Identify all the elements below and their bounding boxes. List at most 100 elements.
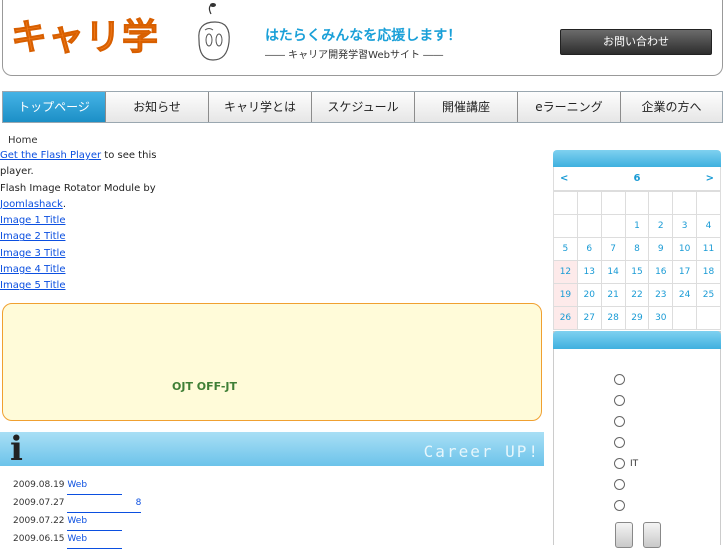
image-link-2[interactable]: Image 2 Title	[0, 231, 65, 242]
calendar-day	[672, 306, 698, 330]
news-link[interactable]: Web	[67, 530, 123, 549]
calendar-grid: 1234 5 6 7 8 9 10 11 12 13 14 15 16 17 18 19 20 21 22 23…	[553, 191, 721, 330]
contact-button[interactable]: お問い合わせ	[560, 29, 712, 55]
news-link[interactable]: 8	[67, 494, 142, 513]
calendar-day[interactable]: 5	[553, 237, 578, 261]
calendar-next-button[interactable]: >	[706, 173, 714, 184]
calendar-day[interactable]: 14	[600, 260, 626, 284]
feature-text: OJT OFF-JT	[172, 380, 237, 393]
calendar-day[interactable]: 7	[600, 237, 626, 261]
calendar-month: 6	[633, 173, 641, 184]
flash-credit: Flash Image Rotator Module by	[0, 182, 156, 194]
nav-item-courses[interactable]: 開催講座	[415, 92, 518, 122]
calendar-day[interactable]: 20	[576, 283, 602, 307]
calendar-day[interactable]: 6	[576, 237, 602, 261]
calendar-day	[600, 191, 626, 215]
calendar-week: 5 6 7 8 9 10 11	[553, 237, 721, 261]
calendar-day[interactable]: 28	[600, 306, 626, 330]
info-banner: i Career UP!	[0, 432, 544, 466]
news-list: 2009.08.19 Web 2009.07.27 8 2009.07.22 W…	[13, 476, 142, 549]
calendar-prev-button[interactable]: <	[560, 173, 568, 184]
calendar-day[interactable]: 2	[648, 214, 674, 238]
flash-text: to see this	[101, 150, 157, 161]
news-item: 2009.07.27 8	[13, 494, 142, 513]
joomlashack-link[interactable]: Joomlashack	[0, 199, 63, 210]
calendar-day[interactable]: 11	[696, 237, 721, 261]
image-link-5[interactable]: Image 5 Title	[0, 280, 65, 291]
poll-option[interactable]	[614, 437, 630, 448]
poll-option[interactable]	[614, 374, 630, 385]
site-subtagline: ―― キャリア開発学習Webサイト ――	[265, 50, 444, 61]
calendar-week: 19 20 21 22 23 24 25	[553, 283, 721, 307]
radio-button[interactable]	[614, 458, 625, 469]
news-item: 2009.07.22 Web	[13, 512, 141, 531]
calendar-day	[600, 214, 626, 238]
calendar-day	[553, 191, 578, 215]
calendar-day[interactable]: 3	[672, 214, 698, 238]
breadcrumb[interactable]: Home	[8, 135, 38, 146]
poll-vote-button[interactable]	[615, 522, 633, 548]
news-item: 2009.08.19 Web	[13, 476, 141, 495]
calendar-day[interactable]: 13	[576, 260, 602, 284]
calendar-day[interactable]: 16	[648, 260, 674, 284]
site-tagline: はたらくみんなを応援します！	[265, 28, 462, 44]
poll-option[interactable]: IT	[614, 458, 638, 469]
site-logo[interactable]: キャリ学	[10, 8, 159, 60]
calendar-day[interactable]: 8	[624, 237, 650, 261]
nav-item-about[interactable]: キャリ学とは	[209, 92, 312, 122]
radio-button[interactable]	[614, 500, 625, 511]
poll-option[interactable]	[614, 500, 630, 511]
calendar-day[interactable]: 29	[624, 306, 650, 330]
image-link-4[interactable]: Image 4 Title	[0, 264, 65, 275]
nav-item-top[interactable]: トップページ	[3, 92, 106, 122]
calendar-day[interactable]: 30	[648, 306, 674, 330]
calendar-day	[576, 214, 602, 238]
calendar-day[interactable]: 25	[696, 283, 721, 307]
calendar-day[interactable]: 21	[600, 283, 626, 307]
calendar-day[interactable]: 23	[648, 283, 674, 307]
nav-item-corporate[interactable]: 企業の方へ	[621, 92, 722, 122]
radio-button[interactable]	[614, 395, 625, 406]
calendar-day	[576, 191, 602, 215]
calendar-day[interactable]: 15	[624, 260, 650, 284]
poll-option[interactable]	[614, 416, 630, 427]
radio-button[interactable]	[614, 437, 625, 448]
calendar-day[interactable]: 9	[648, 237, 674, 261]
poll-results-button[interactable]	[643, 522, 661, 548]
radio-button[interactable]	[614, 416, 625, 427]
calendar-day	[672, 191, 698, 215]
nav-item-elearning[interactable]: eラーニング	[518, 92, 621, 122]
radio-button[interactable]	[614, 479, 625, 490]
calendar-day[interactable]: 26	[553, 306, 578, 330]
calendar-day[interactable]: 1	[624, 214, 650, 238]
image-link-1[interactable]: Image 1 Title	[0, 215, 65, 226]
nav-item-schedule[interactable]: スケジュール	[312, 92, 415, 122]
get-flash-link[interactable]: Get the Flash Player	[0, 150, 101, 161]
calendar-day[interactable]: 22	[624, 283, 650, 307]
calendar-day[interactable]: 18	[696, 260, 721, 284]
calendar-day[interactable]: 17	[672, 260, 698, 284]
flash-rotator: Get the Flash Player to see this player.…	[0, 148, 170, 296]
calendar-day[interactable]: 10	[672, 237, 698, 261]
news-item: 2009.06.15 Web	[13, 530, 141, 549]
calendar-week	[553, 191, 721, 215]
news-date: 2009.06.15	[13, 534, 65, 544]
news-link[interactable]: Web	[67, 512, 123, 531]
poll-header	[553, 331, 721, 349]
nav-item-news[interactable]: お知らせ	[106, 92, 209, 122]
calendar-day[interactable]: 27	[576, 306, 602, 330]
career-up-text: Career UP!	[423, 442, 540, 461]
calendar-day[interactable]: 24	[672, 283, 698, 307]
image-link-3[interactable]: Image 3 Title	[0, 248, 65, 259]
calendar-day[interactable]: 4	[696, 214, 721, 238]
poll-option[interactable]	[614, 479, 630, 490]
mascot-icon	[198, 3, 230, 61]
calendar-day[interactable]: 12	[553, 260, 578, 284]
calendar-day[interactable]: 19	[553, 283, 578, 307]
calendar-day	[553, 214, 578, 238]
poll-option[interactable]	[614, 395, 630, 406]
calendar-day	[696, 191, 721, 215]
news-link[interactable]: Web	[67, 476, 123, 495]
radio-button[interactable]	[614, 374, 625, 385]
calendar-header	[553, 150, 721, 167]
